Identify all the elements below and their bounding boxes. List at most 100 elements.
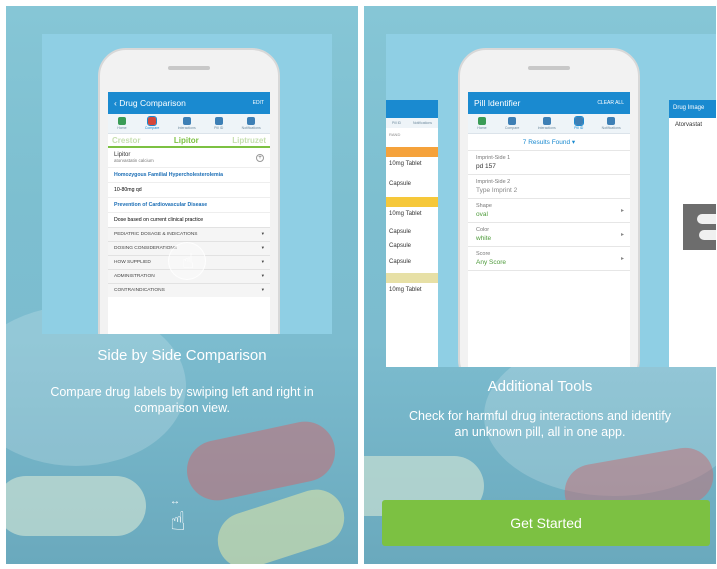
card-hint: RAND xyxy=(389,132,401,137)
dose-section: 10-80mg qd xyxy=(108,182,270,197)
phone-mockup: ‹ Drug Comparison EDIT Home Compare Inte… xyxy=(98,48,280,334)
drug-info: Lipitor atorvastatin calcium + xyxy=(108,148,270,167)
shape-select[interactable]: Shape oval ▸ xyxy=(468,199,630,223)
shield-icon xyxy=(477,117,486,125)
chevron-right-icon: ▸ xyxy=(620,256,624,262)
clear-all-button[interactable]: CLEAR ALL xyxy=(597,100,624,106)
score-select[interactable]: Score Any Score ▸ xyxy=(468,247,630,271)
pill-shape xyxy=(699,230,716,240)
bottom-tabs: Home Compare Interactions Pill ID Notifi… xyxy=(108,114,270,134)
chevron-right-icon: ▸ xyxy=(620,232,624,238)
field-label: Score xyxy=(476,251,491,257)
tab-notifications[interactable]: Notifications xyxy=(602,117,621,130)
bottom-tabs: Home Compare Interactions Pill ID Notifi… xyxy=(468,114,630,134)
slide-description: Check for harmful drug interactions and … xyxy=(409,409,671,439)
list-item: Capsule xyxy=(389,229,412,235)
slide-description: Compare drug labels by swiping left and … xyxy=(50,385,314,415)
slide-heading: Additional Tools xyxy=(487,378,593,395)
list-item: Capsule xyxy=(389,259,412,265)
compare-icon xyxy=(508,117,517,125)
app-bar: ‹ Drug Comparison EDIT xyxy=(108,92,270,114)
tab-notifications[interactable]: Notifications xyxy=(242,117,261,130)
drug-tab-liptruzet[interactable]: Liptruzet xyxy=(232,136,266,145)
app-bar: Pill Identifier CLEAR ALL xyxy=(468,92,630,114)
notifications-icon xyxy=(247,117,256,125)
drug-tab-crestor[interactable]: Crestor xyxy=(112,136,140,145)
background-pill xyxy=(6,476,146,536)
field-label: Imprint-Side 2 xyxy=(476,179,511,185)
chevron-down-icon: ▾ xyxy=(261,288,264,293)
comparison-card-partial: Pill ID Notifications RAND 10mg Tablet C… xyxy=(386,100,438,367)
tab-home[interactable]: Home xyxy=(477,117,487,130)
list-item: Capsule xyxy=(389,181,412,187)
interactions-icon xyxy=(542,117,551,125)
drug-tab-lipitor[interactable]: Lipitor xyxy=(174,136,199,145)
pill-photo xyxy=(683,204,716,250)
imprint-side-1-field[interactable]: Imprint-Side 1 pd 157 xyxy=(468,151,630,175)
field-value: white xyxy=(476,235,492,242)
pill-id-icon xyxy=(573,116,584,126)
field-value: oval xyxy=(476,211,488,218)
app-bar-title: Pill Identifier xyxy=(474,98,521,108)
results-count[interactable]: 7 Results Found ▾ xyxy=(468,134,630,151)
edit-button[interactable]: EDIT xyxy=(253,100,264,106)
tab-interactions[interactable]: Interactions xyxy=(538,117,556,130)
drug-image-card: Drug Image Atorvastat xyxy=(669,100,716,367)
field-placeholder: Type Imprint 2 xyxy=(476,187,518,194)
tab-home[interactable]: Home xyxy=(117,117,127,130)
accordion-pediatric[interactable]: PEDIATRIC DOSAGE & INDICATIONS ▾ xyxy=(108,227,270,241)
pill-shape xyxy=(697,214,716,224)
list-item: Capsule xyxy=(389,243,412,249)
color-select[interactable]: Color white ▸ xyxy=(468,223,630,247)
chevron-down-icon: ▾ xyxy=(261,274,264,279)
indication-section: Prevention of Cardiovascular Disease xyxy=(108,197,270,212)
screenshot-frame: Pill ID Notifications RAND 10mg Tablet C… xyxy=(386,34,716,367)
compare-icon xyxy=(147,116,158,126)
notifications-icon xyxy=(607,117,616,125)
field-label: Shape xyxy=(476,203,492,209)
tab-compare[interactable]: Compare xyxy=(145,116,159,130)
phone-screen: Pill Identifier CLEAR ALL Home Compare I… xyxy=(468,92,630,367)
phone-speaker xyxy=(168,66,210,70)
color-strip xyxy=(386,273,438,283)
add-icon[interactable]: + xyxy=(256,154,264,162)
color-strip xyxy=(386,147,438,157)
imprint-side-2-field[interactable]: Imprint-Side 2 Type Imprint 2 xyxy=(468,175,630,199)
chevron-right-icon: ▸ xyxy=(620,208,624,214)
tab-pill-id[interactable]: Pill ID xyxy=(573,116,584,130)
dose-section: Dose based on current clinical practice xyxy=(108,212,270,227)
tab-pill-id[interactable]: Pill ID xyxy=(214,117,223,130)
get-started-button[interactable]: Get Started xyxy=(382,500,710,546)
color-strip xyxy=(386,197,438,207)
hand-pointer-icon: ☝ xyxy=(170,506,186,536)
swipe-hint: ↔ ☝ xyxy=(164,496,204,536)
app-bar-title: ‹ Drug Comparison xyxy=(114,98,186,108)
tab-interactions[interactable]: Interactions xyxy=(178,117,196,130)
card-tabs: Pill ID Notifications xyxy=(386,118,438,128)
chevron-down-icon: ▾ xyxy=(261,260,264,265)
field-label: Color xyxy=(476,227,490,233)
slide-heading: Side by Side Comparison xyxy=(97,347,267,364)
list-item: 10mg Tablet xyxy=(389,211,422,217)
list-item: 10mg Tablet xyxy=(389,287,422,293)
drug-tabs: Crestor Lipitor Liptruzet xyxy=(108,134,270,148)
field-value: Any Score xyxy=(476,259,506,266)
chevron-down-icon: ▾ xyxy=(261,246,264,251)
card-header xyxy=(386,100,438,118)
phone-mockup: Pill Identifier CLEAR ALL Home Compare I… xyxy=(458,48,640,367)
phone-screen: ‹ Drug Comparison EDIT Home Compare Inte… xyxy=(108,92,270,334)
onboarding-slide-comparison: ‹ Drug Comparison EDIT Home Compare Inte… xyxy=(6,6,358,564)
interactions-icon xyxy=(182,117,191,125)
hand-pointer-icon: ☝ xyxy=(182,251,195,273)
pill-id-icon xyxy=(214,117,223,125)
accordion-contraindications[interactable]: CONTRAINDICATIONS ▾ xyxy=(108,283,270,297)
card-header: Drug Image xyxy=(669,100,716,118)
drug-generic: atorvastatin calcium xyxy=(114,158,154,163)
screenshot-frame: ‹ Drug Comparison EDIT Home Compare Inte… xyxy=(42,34,332,334)
indication-section: Homozygous Familial Hypercholesterolemia xyxy=(108,167,270,182)
tab-compare[interactable]: Compare xyxy=(505,117,519,130)
drug-image-name: Atorvastat xyxy=(675,122,703,128)
field-label: Imprint-Side 1 xyxy=(476,155,511,161)
phone-speaker xyxy=(528,66,570,70)
shield-icon xyxy=(117,117,126,125)
